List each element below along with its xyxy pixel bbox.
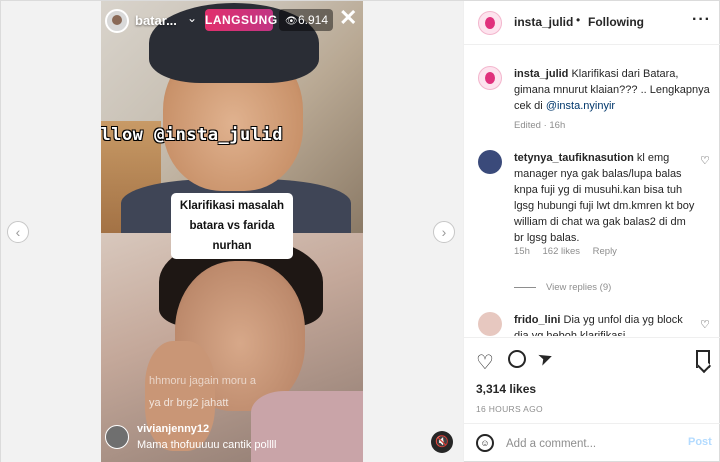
emoji-icon[interactable]: ☺ [476, 434, 494, 452]
header-dot: • [576, 13, 581, 27]
chevron-right-icon[interactable]: › [433, 221, 455, 243]
caption-mention-link[interactable]: @insta.nyinyir [546, 100, 615, 112]
chevron-left-icon[interactable]: ‹ [7, 221, 29, 243]
comment-text: kl emg manager nya gak balas/lupa balas … [514, 152, 695, 244]
comment-meta: 15h 162 likes Reply [514, 246, 627, 257]
comment-time: 15h [514, 246, 530, 257]
comment-username[interactable]: tetynya_taufiknasution [514, 152, 634, 164]
close-icon[interactable]: ✕ [339, 7, 357, 29]
bookmark-icon[interactable] [696, 350, 710, 368]
caption-overlay: Klarifikasi masalah batara vs farida nur… [171, 193, 293, 259]
caption-username[interactable]: insta_julid [514, 68, 568, 80]
live-avatar[interactable] [105, 9, 129, 33]
replies-divider [514, 286, 536, 288]
heart-icon[interactable]: ♡ [700, 154, 710, 167]
live-chat-faint-2: ya dr brg2 jahatt [149, 397, 229, 409]
live-username[interactable]: batar... [135, 13, 177, 28]
comment-item: tetynya_taufiknasution kl emg manager ny… [514, 150, 696, 246]
comment-item: frido_lini Dia yg unfol dia yg block dia… [514, 312, 696, 336]
live-chat-faint-1: hhmoru jagain moru a [149, 375, 257, 387]
share-icon[interactable]: ➤ [535, 346, 556, 371]
reply-button[interactable]: Reply [593, 246, 617, 257]
view-replies-button[interactable]: View replies (9) [514, 282, 611, 293]
following-button[interactable]: Following [588, 15, 644, 29]
more-icon[interactable]: ··· [692, 11, 711, 29]
instagram-post-modal: ‹ batar... ⌄ LANGSUNG 👁6.914 ✕ follow @i… [0, 0, 720, 462]
avatar[interactable] [478, 11, 502, 35]
comment-avatar[interactable] [478, 312, 502, 336]
comment-input[interactable] [506, 434, 676, 454]
post-caption: insta_julid Klarifikasi dari Batara, gim… [514, 66, 710, 114]
chevron-down-icon[interactable]: ⌄ [187, 11, 197, 25]
bottom-person-top [251, 391, 363, 462]
caption-meta: Edited · 16h [514, 120, 566, 131]
comment-username[interactable]: frido_lini [514, 314, 560, 326]
mute-icon[interactable]: 🔇 [431, 431, 453, 453]
comment-icon[interactable] [508, 350, 526, 368]
post-button[interactable]: Post [688, 436, 712, 448]
header-username[interactable]: insta_julid [514, 15, 573, 29]
heart-icon[interactable]: ♡ [700, 318, 710, 331]
live-chat-text: Mama thofuuuuu cantik pollll [137, 439, 277, 451]
add-comment-bar: ☺ Post [464, 423, 720, 462]
view-replies-label[interactable]: View replies (9) [546, 282, 611, 293]
comment-likes[interactable]: 162 likes [543, 246, 581, 257]
eye-icon: 👁 [285, 16, 298, 27]
heart-icon[interactable]: ♡ [476, 350, 494, 375]
viewer-count-value: 6.914 [298, 13, 329, 27]
live-chat-avatar [105, 425, 129, 449]
live-video[interactable]: batar... ⌄ LANGSUNG 👁6.914 ✕ follow @ins… [101, 1, 363, 462]
viewer-count: 👁6.914 [279, 9, 333, 31]
media-area: ‹ batar... ⌄ LANGSUNG 👁6.914 ✕ follow @i… [1, 1, 463, 462]
caption-avatar[interactable] [478, 66, 502, 90]
likes-count[interactable]: 3,314 likes [476, 382, 536, 396]
live-chat-username: vivianjenny12 [137, 423, 210, 435]
post-side-panel: insta_julid • Following ··· insta_julid … [463, 1, 720, 462]
post-header: insta_julid • Following ··· [464, 1, 720, 45]
comment-avatar[interactable] [478, 150, 502, 174]
live-badge: LANGSUNG [205, 9, 277, 31]
post-time: 16 HOURS AGO [476, 404, 543, 414]
follow-overlay-text: follow @insta_julid [101, 125, 283, 145]
comments-list[interactable]: insta_julid Klarifikasi dari Batara, gim… [464, 46, 720, 336]
